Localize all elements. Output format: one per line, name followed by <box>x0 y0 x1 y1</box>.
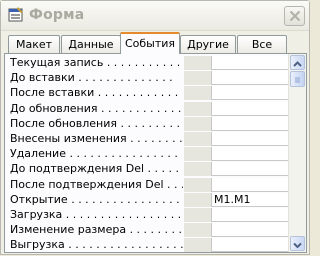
property-value[interactable] <box>211 147 288 162</box>
property-value[interactable] <box>211 208 288 222</box>
property-separator <box>184 132 211 146</box>
property-value[interactable] <box>211 132 288 146</box>
property-separator <box>184 223 211 238</box>
tab-events[interactable]: События <box>120 32 180 54</box>
property-label: До вставки . . . . . . . . . . . . . . <box>10 71 173 85</box>
property-separator <box>184 192 211 207</box>
property-row[interactable]: Загрузка . . . . . . . . . . . . . . . .… <box>8 207 288 222</box>
property-label: До подтверждения Del . . . . . . . <box>10 162 183 176</box>
close-icon <box>289 10 301 22</box>
property-value[interactable] <box>211 116 288 131</box>
scroll-up-button[interactable] <box>290 55 305 70</box>
property-value[interactable] <box>211 177 288 192</box>
properties-window: Форма Макет Данные События Другие Все Те… <box>0 0 310 255</box>
property-value[interactable] <box>211 238 288 253</box>
property-row[interactable]: Удаление . . . . . . . . . . . . . . . . <box>8 146 288 162</box>
property-label: После вставки . . . . . . . . . . . . <box>10 86 179 100</box>
property-row[interactable]: До подтверждения Del . . . . . . . <box>8 161 288 177</box>
property-row[interactable]: После вставки . . . . . . . . . . . . <box>8 85 288 101</box>
property-separator <box>184 147 211 162</box>
property-row[interactable]: Выгрузка . . . . . . . . . . . . . . . .… <box>8 237 288 253</box>
tab-data[interactable]: Данные <box>61 35 121 53</box>
property-label: После подтверждения Del . . . . . <box>10 177 183 191</box>
property-value[interactable] <box>211 101 288 116</box>
property-value[interactable] <box>211 162 288 177</box>
chevron-up-icon <box>293 61 302 67</box>
property-row[interactable]: До обновления . . . . . . . . . . . . <box>8 101 288 116</box>
property-row[interactable]: После обновления . . . . . . . . . . <box>8 116 288 131</box>
title-bar[interactable]: Форма <box>1 1 309 31</box>
property-label: Внесены изменения . . . . . . . . . <box>10 132 183 145</box>
property-value[interactable] <box>211 223 288 238</box>
property-label: Текущая запись . . . . . . . . . . . <box>10 56 181 69</box>
property-row[interactable]: После подтверждения Del . . . . . <box>8 177 288 192</box>
property-separator <box>184 116 211 131</box>
tab-other[interactable]: Другие <box>180 35 236 53</box>
property-row[interactable]: Открытие . . . . . . . . . . . . . . . .… <box>8 192 288 207</box>
tab-all[interactable]: Все <box>237 35 287 53</box>
property-row[interactable]: До вставки . . . . . . . . . . . . . . <box>8 70 288 86</box>
property-value[interactable] <box>211 56 288 70</box>
property-value[interactable] <box>211 86 288 101</box>
grip-icon <box>295 77 300 83</box>
scroll-down-button[interactable] <box>290 236 305 251</box>
property-label: Загрузка . . . . . . . . . . . . . . . .… <box>10 208 182 221</box>
window-title: Форма <box>29 7 85 23</box>
property-row[interactable]: Текущая запись . . . . . . . . . . . <box>8 55 288 70</box>
property-value[interactable] <box>211 71 288 86</box>
property-separator <box>184 208 211 222</box>
property-row[interactable]: Внесены изменения . . . . . . . . . <box>8 131 288 146</box>
scroll-thumb[interactable] <box>290 71 305 87</box>
property-separator <box>184 56 211 70</box>
property-row[interactable]: Изменение размера . . . . . . . . . <box>8 222 288 238</box>
close-button[interactable] <box>284 6 305 26</box>
property-value[interactable]: M1.M1 <box>211 192 288 207</box>
properties-panel: Текущая запись . . . . . . . . . . . До … <box>4 53 307 253</box>
property-label: До обновления . . . . . . . . . . . . <box>10 101 182 115</box>
property-separator <box>184 177 211 192</box>
vertical-scrollbar[interactable] <box>288 54 306 252</box>
property-label: Выгрузка . . . . . . . . . . . . . . . .… <box>10 238 183 252</box>
tab-layout[interactable]: Макет <box>8 35 60 53</box>
property-separator <box>184 162 211 177</box>
chevron-down-icon <box>293 242 302 249</box>
property-label: Изменение размера . . . . . . . . . <box>10 223 183 237</box>
property-separator <box>184 101 211 116</box>
properties-sheet-icon <box>8 7 24 22</box>
property-label: Удаление . . . . . . . . . . . . . . . . <box>10 147 178 161</box>
property-label: Открытие . . . . . . . . . . . . . . . . <box>10 192 180 206</box>
tab-strip: Макет Данные События Другие Все <box>4 32 308 54</box>
property-separator <box>184 71 211 86</box>
property-label: После обновления . . . . . . . . . . <box>10 116 183 130</box>
property-separator <box>184 238 211 253</box>
property-separator <box>184 86 211 101</box>
